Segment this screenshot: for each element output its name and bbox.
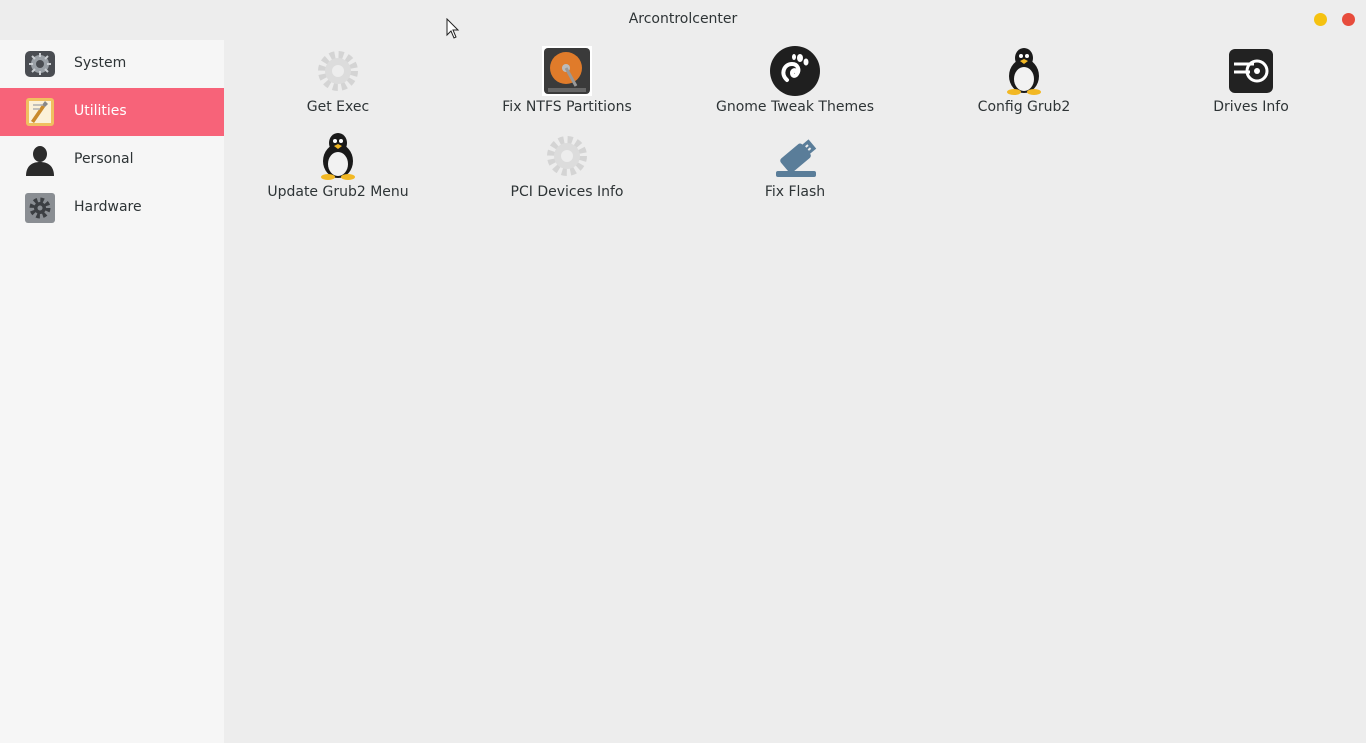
tile-drives-info[interactable]: Drives Info (1151, 40, 1351, 122)
tile-label: Fix NTFS Partitions (502, 99, 632, 115)
category-sidebar: System Utilities Personal Hardware (0, 40, 224, 743)
sidebar-item-label: Utilities (74, 103, 127, 119)
sidebar-item-label: System (74, 55, 127, 71)
tile-pci-devices-info[interactable]: PCI Devices Info (467, 125, 667, 207)
close-button[interactable] (1342, 13, 1355, 26)
drive-icon (1229, 49, 1273, 93)
minimize-button[interactable] (1314, 13, 1327, 26)
tile-label: Gnome Tweak Themes (715, 99, 874, 115)
sidebar-item-utilities[interactable]: Utilities (0, 88, 224, 136)
mouse-pointer-icon (446, 18, 460, 39)
gnome-foot-icon (770, 46, 820, 96)
sidebar-item-label: Personal (74, 151, 134, 167)
tile-label: PCI Devices Info (510, 184, 624, 200)
sidebar-item-personal[interactable]: Personal (0, 136, 224, 184)
hard-disk-icon (542, 46, 592, 96)
tile-fix-flash[interactable]: Fix Flash (695, 125, 895, 207)
gear-icon (547, 136, 587, 176)
person-silhouette-icon (26, 146, 54, 176)
tile-config-grub2[interactable]: Config Grub2 (924, 40, 1124, 122)
tile-update-grub2-menu[interactable]: Update Grub2 Menu (238, 125, 438, 207)
usb-flash-drive-icon (776, 139, 817, 177)
tile-label: Drives Info (1213, 99, 1289, 115)
title-bar: Arcontrolcenter (0, 0, 1366, 40)
sidebar-item-hardware[interactable]: Hardware (0, 184, 224, 232)
tile-get-exec[interactable]: Get Exec (238, 40, 438, 122)
tux-penguin-icon (321, 133, 355, 180)
gear-icon (25, 193, 55, 223)
tile-label: Get Exec (306, 99, 370, 115)
tile-gnome-tweak-themes[interactable]: Gnome Tweak Themes (695, 40, 895, 122)
tile-fix-ntfs-partitions[interactable]: Fix NTFS Partitions (467, 40, 667, 122)
tux-penguin-icon (1007, 48, 1041, 95)
tile-label: Fix Flash (764, 184, 826, 200)
utilities-grid: Get Exec Fix NTFS Partitions Gnome Tweak… (224, 40, 1366, 743)
system-settings-icon (25, 51, 55, 77)
sidebar-item-system[interactable]: System (0, 40, 224, 88)
tile-label: Config Grub2 (977, 99, 1071, 115)
window-title: Arcontrolcenter (628, 11, 738, 27)
tile-label: Update Grub2 Menu (267, 184, 409, 200)
utilities-icon (26, 98, 54, 126)
sidebar-item-label: Hardware (74, 199, 142, 215)
gear-icon (318, 51, 358, 91)
